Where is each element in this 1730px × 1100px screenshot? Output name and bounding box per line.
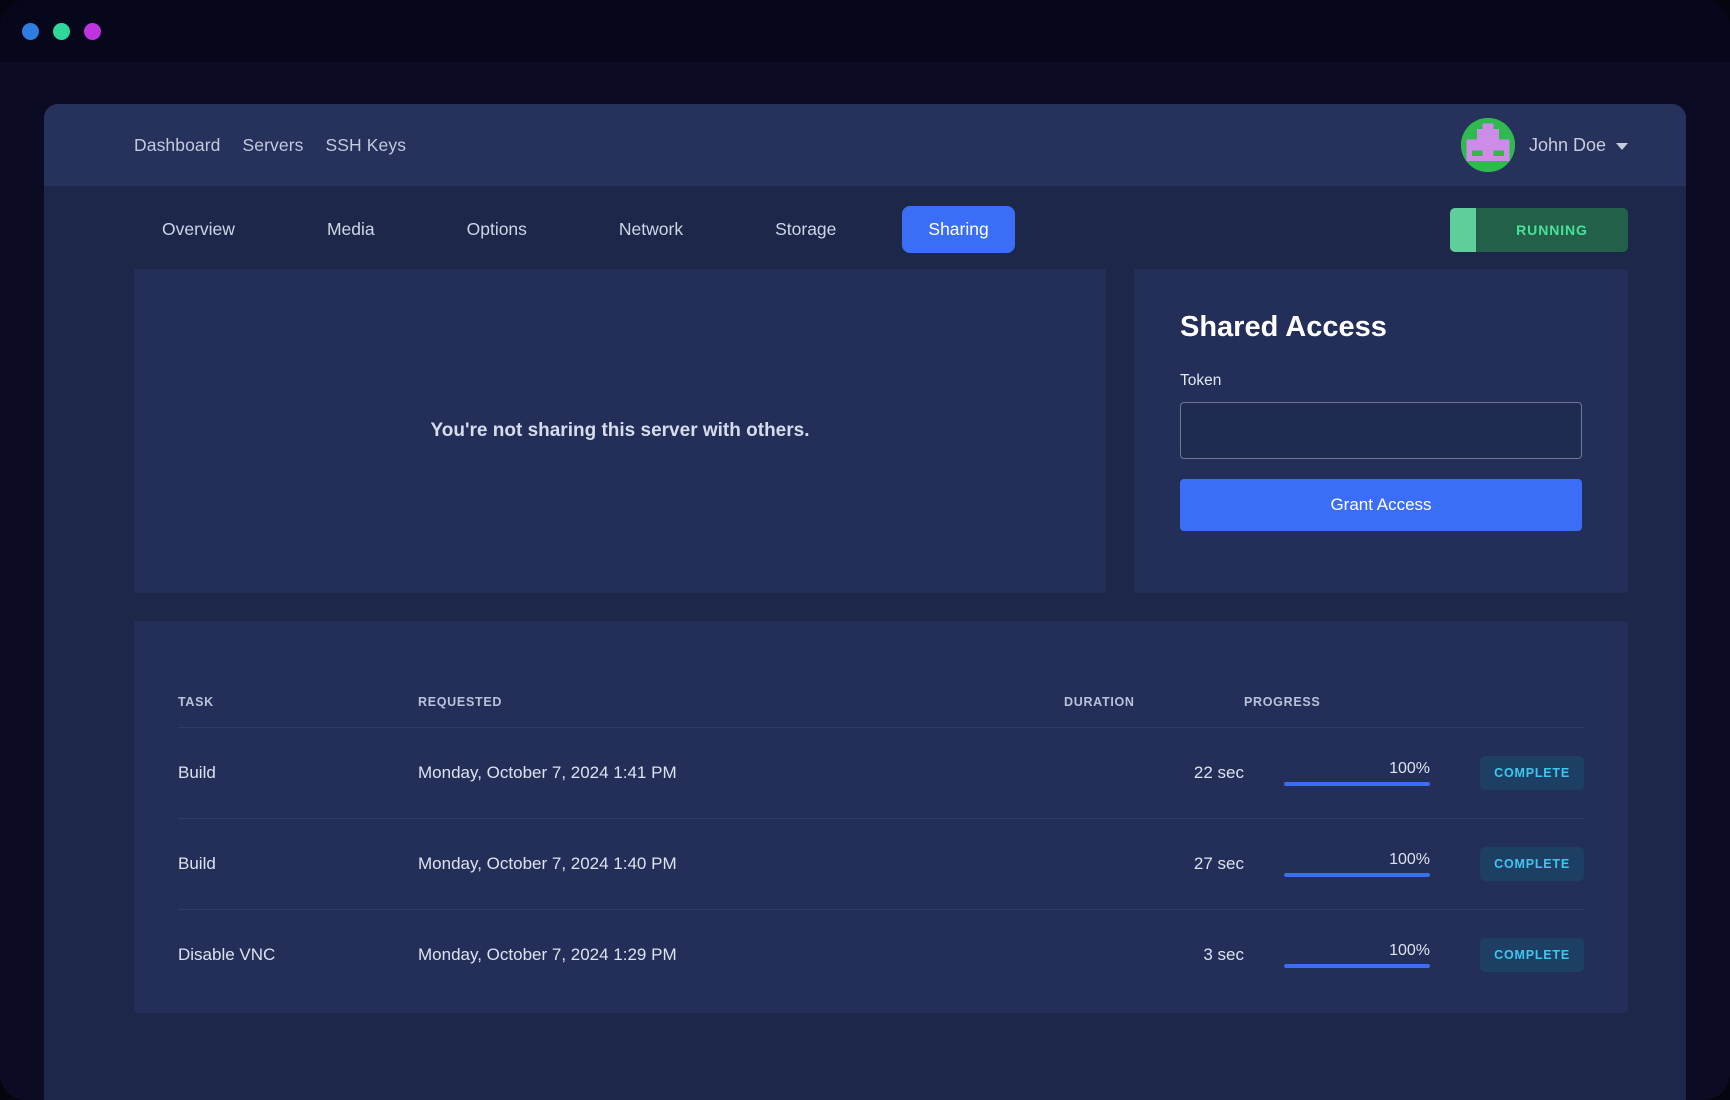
status-badge-complete[interactable]: COMPLETE	[1480, 938, 1584, 972]
empty-state-message: You're not sharing this server with othe…	[430, 420, 810, 441]
progress-fill	[1284, 964, 1430, 968]
progress-percent-label: 100%	[1389, 942, 1430, 959]
progress-track	[1284, 964, 1430, 968]
tab-network[interactable]: Network	[593, 206, 709, 253]
cell-progress: 100%	[1244, 727, 1444, 819]
tasks-table-body: Build Monday, October 7, 2024 1:41 PM 22…	[178, 727, 1584, 1000]
cell-status: COMPLETE	[1444, 818, 1584, 910]
progress-percent-label: 100%	[1389, 760, 1430, 777]
tab-sharing[interactable]: Sharing	[902, 206, 1015, 253]
window-control-dot-blue[interactable]	[22, 22, 39, 40]
nav-link-servers[interactable]: Servers	[243, 135, 304, 156]
column-header-progress: PROGRESS	[1244, 695, 1321, 709]
tasks-table-card: TASK REQUESTED DURATION PROGRESS Build M…	[134, 621, 1628, 1013]
table-row: Build Monday, October 7, 2024 1:41 PM 22…	[178, 727, 1584, 819]
column-header-duration: DURATION	[1064, 695, 1135, 709]
tasks-table: TASK REQUESTED DURATION PROGRESS Build M…	[178, 621, 1584, 1000]
status-badge-complete[interactable]: COMPLETE	[1480, 756, 1584, 790]
tab-media[interactable]: Media	[301, 206, 401, 253]
sharing-empty-state-panel: You're not sharing this server with othe…	[134, 269, 1106, 593]
chevron-down-icon	[1616, 143, 1628, 150]
cell-task: Build	[178, 818, 418, 910]
grant-access-button[interactable]: Grant Access	[1180, 479, 1582, 531]
cell-status: COMPLETE	[1444, 909, 1584, 1000]
tab-overview[interactable]: Overview	[136, 206, 261, 253]
table-row: Disable VNC Monday, October 7, 2024 1:29…	[178, 909, 1584, 1000]
status-badge-complete[interactable]: COMPLETE	[1480, 847, 1584, 881]
user-menu[interactable]: John Doe	[1460, 118, 1628, 172]
primary-nav: Dashboard Servers SSH Keys	[134, 135, 406, 156]
cell-requested: Monday, October 7, 2024 1:29 PM	[418, 909, 1064, 1000]
tab-strip: Overview Media Options Network Storage S…	[44, 186, 1686, 269]
cell-progress: 100%	[1244, 909, 1444, 1000]
cell-duration: 27 sec	[1064, 818, 1244, 910]
window-control-dot-magenta[interactable]	[84, 22, 101, 40]
progress-track	[1284, 873, 1430, 877]
user-name: John Doe	[1528, 134, 1606, 155]
progress-bar: 100%	[1244, 760, 1444, 786]
nav-link-ssh-keys[interactable]: SSH Keys	[326, 135, 407, 156]
cell-duration: 3 sec	[1064, 909, 1244, 1000]
progress-track	[1284, 782, 1430, 786]
status-badge[interactable]: RUNNING	[1450, 207, 1628, 252]
browser-window: Dashboard Servers SSH Keys John Doe Over…	[0, 0, 1730, 1100]
window-control-dot-green[interactable]	[53, 22, 70, 40]
content-area: You're not sharing this server with othe…	[44, 269, 1686, 593]
progress-bar: 100%	[1244, 942, 1444, 968]
status-badge-accent	[1450, 207, 1476, 252]
column-header-task: TASK	[178, 695, 214, 709]
progress-fill	[1284, 782, 1430, 786]
cell-progress: 100%	[1244, 818, 1444, 910]
token-label: Token	[1180, 372, 1222, 389]
cell-task: Build	[178, 727, 418, 819]
tasks-table-header-row: TASK REQUESTED DURATION PROGRESS	[178, 621, 1584, 728]
nav-link-dashboard[interactable]: Dashboard	[134, 135, 221, 156]
token-input[interactable]	[1180, 402, 1582, 459]
column-header-status	[1444, 621, 1584, 728]
progress-fill	[1284, 873, 1430, 877]
window-titlebar	[0, 0, 1730, 62]
column-header-requested: REQUESTED	[418, 695, 503, 709]
progress-bar: 100%	[1244, 851, 1444, 877]
shared-access-title: Shared Access	[1180, 311, 1387, 343]
shared-access-panel: Shared Access Token Grant Access	[1134, 269, 1628, 593]
cell-requested: Monday, October 7, 2024 1:40 PM	[418, 818, 1064, 910]
cell-duration: 22 sec	[1064, 727, 1244, 819]
table-row: Build Monday, October 7, 2024 1:40 PM 27…	[178, 818, 1584, 910]
cell-status: COMPLETE	[1444, 727, 1584, 819]
tab-storage[interactable]: Storage	[749, 206, 862, 253]
status-badge-label: RUNNING	[1516, 221, 1588, 238]
cell-task: Disable VNC	[178, 909, 418, 1000]
tasks-table-head: TASK REQUESTED DURATION PROGRESS	[178, 621, 1584, 728]
avatar	[1460, 118, 1515, 172]
app-page: Dashboard Servers SSH Keys John Doe Over…	[44, 104, 1686, 1100]
tab-options[interactable]: Options	[441, 206, 553, 253]
progress-percent-label: 100%	[1389, 851, 1430, 868]
top-navbar: Dashboard Servers SSH Keys John Doe	[44, 104, 1686, 186]
cell-requested: Monday, October 7, 2024 1:41 PM	[418, 727, 1064, 819]
